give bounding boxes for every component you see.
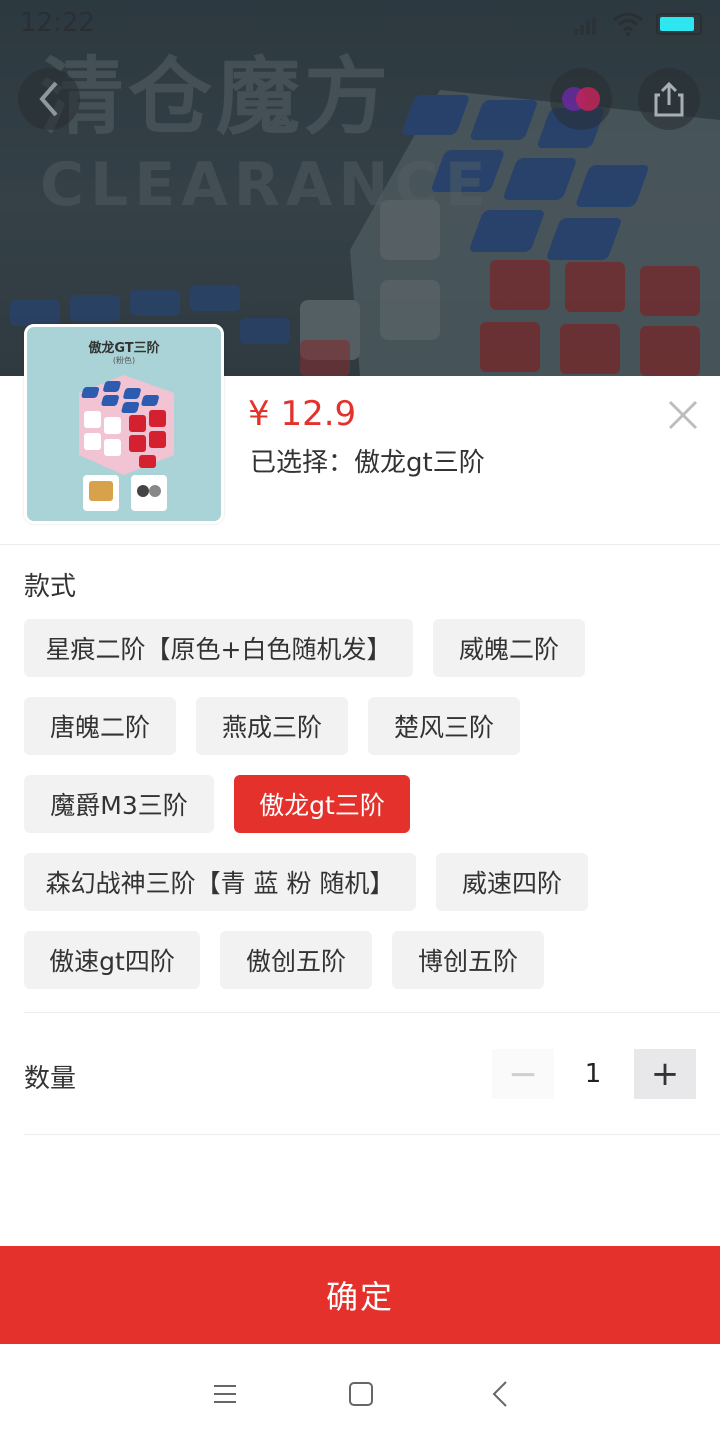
- close-icon: [668, 400, 698, 430]
- style-option[interactable]: 博创五阶: [392, 931, 544, 989]
- product-price: ¥ 12.9: [248, 394, 357, 434]
- style-option[interactable]: 威魄二阶: [433, 619, 585, 677]
- nav-back-button[interactable]: [480, 1374, 520, 1414]
- product-thumbnail: 傲龙GT三阶 (粉色): [24, 324, 224, 524]
- status-bar: 12:22: [0, 0, 720, 48]
- divider: [0, 544, 720, 545]
- style-section-label: 款式: [24, 572, 77, 602]
- favorite-button[interactable]: [550, 68, 612, 130]
- style-option[interactable]: 唐魄二阶: [24, 697, 176, 755]
- signal-icon: [574, 17, 596, 35]
- wifi-icon: [613, 12, 643, 36]
- nav-home-button[interactable]: [341, 1374, 381, 1414]
- battery-icon: [656, 13, 702, 35]
- share-icon: [654, 81, 684, 117]
- background-product-page: 清仓魔方 CLEARANCE 12:22: [0, 0, 720, 376]
- style-option[interactable]: 魔爵M3三阶: [24, 775, 214, 833]
- cube-thumbnail-image: [79, 375, 174, 511]
- close-button[interactable]: [664, 396, 702, 434]
- battery-level-fill: [660, 17, 694, 31]
- quantity-decrement-button[interactable]: −: [492, 1049, 554, 1099]
- quantity-value[interactable]: 1: [562, 1049, 624, 1099]
- quantity-label: 数量: [24, 1064, 77, 1094]
- menu-icon: [214, 1385, 236, 1403]
- overlay-dim[interactable]: [0, 0, 720, 376]
- style-option[interactable]: 森幻战神三阶【青 蓝 粉 随机】: [24, 853, 416, 911]
- back-triangle-icon: [492, 1381, 507, 1407]
- selected-variant-text: 已选择：傲龙gt三阶: [250, 448, 485, 478]
- confirm-button[interactable]: 确定: [0, 1246, 720, 1344]
- style-option[interactable]: 燕成三阶: [196, 697, 348, 755]
- divider: [24, 1012, 720, 1013]
- style-option[interactable]: 傲龙gt三阶: [234, 775, 410, 833]
- system-nav-bar: [0, 1344, 720, 1440]
- style-option[interactable]: 星痕二阶【原色+白色随机发】: [24, 619, 413, 677]
- style-option[interactable]: 傲速gt四阶: [24, 931, 200, 989]
- brand-badge-icon: [562, 87, 600, 111]
- back-button[interactable]: [18, 68, 80, 130]
- style-option[interactable]: 楚风三阶: [368, 697, 520, 755]
- divider: [24, 1134, 720, 1135]
- style-option[interactable]: 威速四阶: [436, 853, 588, 911]
- status-time: 12:22: [20, 8, 95, 38]
- nav-menu-button[interactable]: [205, 1374, 245, 1414]
- share-button[interactable]: [638, 68, 700, 130]
- chevron-left-icon: [39, 81, 58, 117]
- quantity-increment-button[interactable]: +: [634, 1049, 696, 1099]
- home-square-icon: [349, 1382, 373, 1406]
- style-option[interactable]: 傲创五阶: [220, 931, 372, 989]
